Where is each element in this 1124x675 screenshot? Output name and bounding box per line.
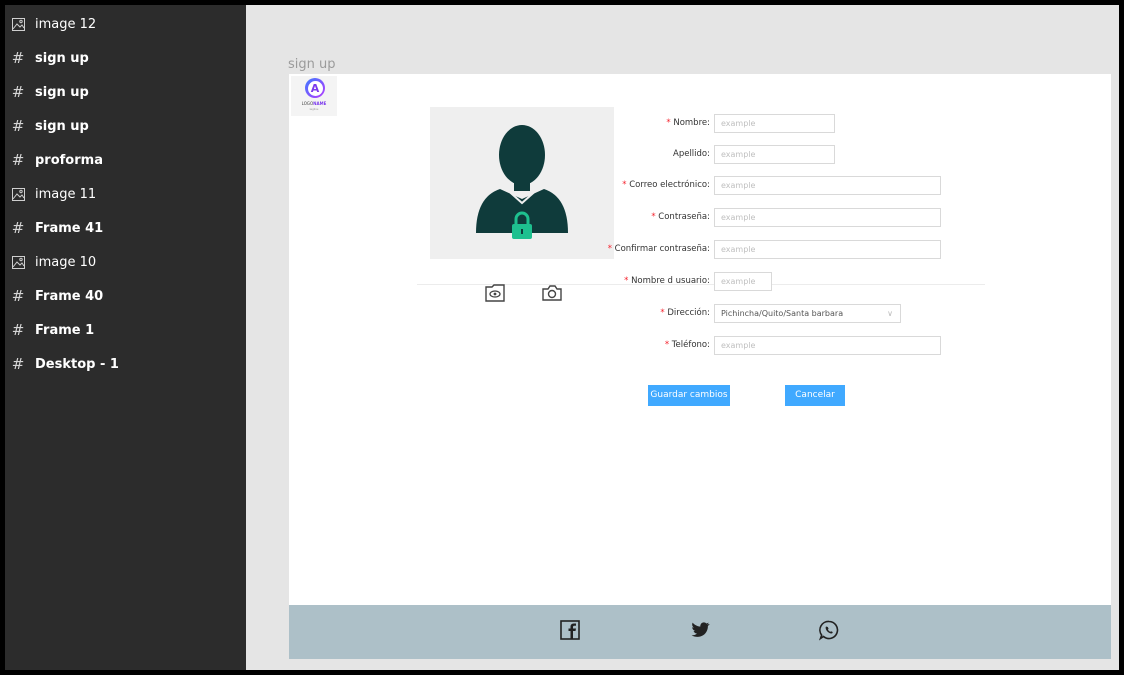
layer-label: Frame 41 [35, 220, 104, 236]
frame-icon: # [11, 117, 25, 135]
layer-item[interactable]: # proforma [5, 145, 246, 175]
layer-label: Frame 40 [35, 288, 104, 304]
signup-artboard[interactable]: A LOGONAME tagline * Nombre: example Ape… [289, 74, 1111, 659]
contrasena-input[interactable]: example [714, 208, 941, 227]
frame-icon: # [11, 219, 25, 237]
layer-item[interactable]: # Frame 1 [5, 315, 246, 345]
save-button[interactable]: Guardar cambios [648, 385, 730, 406]
user-avatar-icon [476, 125, 568, 239]
layer-label: image 11 [35, 186, 97, 202]
cancel-button[interactable]: Cancelar [785, 385, 845, 406]
image-icon [10, 16, 26, 32]
layers-panel: image 12 # sign up # sign up # sign up #… [5, 5, 246, 670]
confirmar-input[interactable]: example [714, 240, 941, 259]
frame-icon: # [11, 151, 25, 169]
telefono-input[interactable]: example [714, 336, 941, 355]
correo-label: * Correo electrónico: [622, 180, 710, 190]
contrasena-label: * Contraseña: [651, 212, 710, 222]
layer-label: image 10 [35, 254, 97, 270]
usuario-label: * Nombre d usuario: [624, 276, 710, 286]
frame-title[interactable]: sign up [288, 57, 336, 72]
direccion-label: * Dirección: [660, 308, 710, 318]
usuario-input[interactable]: example [714, 272, 772, 291]
layer-item[interactable]: # sign up [5, 43, 246, 73]
image-icon [10, 254, 26, 270]
layer-item[interactable]: # sign up [5, 77, 246, 107]
layer-item[interactable]: # Frame 40 [5, 281, 246, 311]
layer-label: Desktop - 1 [35, 356, 119, 372]
profile-photo[interactable] [430, 107, 614, 259]
confirmar-label: * Confirmar contraseña: [607, 244, 710, 254]
layer-label: image 12 [35, 16, 97, 32]
view-photo-icon[interactable] [484, 282, 506, 304]
twitter-icon[interactable] [689, 619, 711, 641]
layer-label: sign up [35, 84, 89, 100]
layer-label: sign up [35, 50, 89, 66]
image-icon [10, 186, 26, 202]
layer-item[interactable]: image 12 [5, 9, 246, 39]
telefono-label: * Teléfono: [664, 340, 710, 350]
apellido-label: Apellido: [673, 149, 710, 159]
frame-icon: # [11, 321, 25, 339]
logo-tagline: tagline [309, 107, 319, 111]
chevron-down-icon: ∨ [887, 309, 893, 318]
layer-item[interactable]: # sign up [5, 111, 246, 141]
direccion-select[interactable]: Pichincha/Quito/Santa barbara ∨ [714, 304, 901, 323]
frame-icon: # [11, 355, 25, 373]
layer-item[interactable]: image 10 [5, 247, 246, 277]
layer-item[interactable]: # Frame 41 [5, 213, 246, 243]
frame-icon: # [11, 49, 25, 67]
layer-label: Frame 1 [35, 322, 95, 338]
logo-mark: A [305, 78, 325, 98]
layer-item[interactable]: # Desktop - 1 [5, 349, 246, 379]
direccion-value: Pichincha/Quito/Santa barbara [721, 309, 844, 318]
frame-icon: # [11, 287, 25, 305]
nombre-label: * Nombre: [666, 118, 710, 128]
frame-icon: # [11, 83, 25, 101]
design-canvas: image 12 # sign up # sign up # sign up #… [5, 5, 1119, 670]
layer-item[interactable]: image 11 [5, 179, 246, 209]
layer-label: proforma [35, 152, 103, 168]
logo: A LOGONAME tagline [291, 76, 337, 116]
camera-icon[interactable] [541, 282, 563, 304]
correo-input[interactable]: example [714, 176, 941, 195]
facebook-icon[interactable] [559, 619, 581, 641]
apellido-input[interactable]: example [714, 145, 835, 164]
nombre-input[interactable]: example [714, 114, 835, 133]
layer-label: sign up [35, 118, 89, 134]
footer [289, 605, 1111, 659]
logo-name: LOGONAME [301, 101, 327, 106]
whatsapp-icon[interactable] [818, 619, 840, 641]
